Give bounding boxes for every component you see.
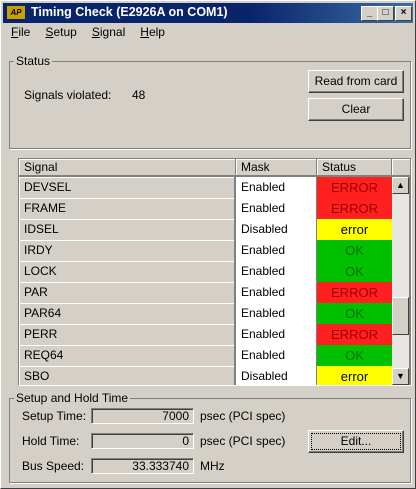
setup-hold-group-label: Setup and Hold Time bbox=[14, 391, 131, 405]
mask-cell[interactable]: Enabled bbox=[236, 282, 316, 303]
bus-speed-field: 33.333740 bbox=[91, 458, 194, 474]
status-cell: OK bbox=[317, 303, 392, 324]
mask-cell[interactable]: Enabled bbox=[236, 240, 316, 261]
hold-time-field: 0 bbox=[91, 433, 194, 449]
table-row[interactable]: IRDY Enabled OK bbox=[19, 240, 392, 262]
timing-check-window: AP Timing Check (E2926A on COM1) _ □ × F… bbox=[0, 0, 416, 489]
status-cell: OK bbox=[317, 261, 392, 282]
signal-name-cell: PERR bbox=[19, 324, 235, 345]
menu-help-mnemonic: H bbox=[140, 25, 149, 39]
clear-button[interactable]: Clear bbox=[308, 98, 404, 121]
signal-name-cell: SBO bbox=[19, 366, 235, 385]
mask-cell[interactable]: Enabled bbox=[236, 261, 316, 282]
read-from-card-button[interactable]: Read from card bbox=[308, 70, 404, 93]
scroll-down-arrow-icon[interactable]: ▼ bbox=[392, 368, 409, 385]
app-icon: AP bbox=[7, 6, 25, 19]
signal-name-cell: LOCK bbox=[19, 261, 235, 282]
window-title: Timing Check (E2926A on COM1) bbox=[31, 5, 228, 19]
status-cell: error bbox=[317, 366, 392, 385]
setup-time-label: Setup Time: bbox=[22, 409, 87, 423]
mask-cell[interactable]: Enabled bbox=[236, 324, 316, 345]
column-header-spacer bbox=[392, 159, 411, 176]
signal-name-cell: PAR64 bbox=[19, 303, 235, 324]
menu-bar: File Setup Signal Help bbox=[11, 25, 177, 43]
column-header-mask[interactable]: Mask bbox=[236, 159, 317, 176]
menu-help[interactable]: Help bbox=[140, 25, 165, 39]
setup-time-unit: psec (PCI spec) bbox=[200, 409, 286, 423]
status-cell: error bbox=[317, 219, 392, 240]
table-row[interactable]: PAR Enabled ERROR bbox=[19, 282, 392, 304]
mask-cell[interactable]: Enabled bbox=[236, 177, 316, 198]
status-cell: OK bbox=[317, 345, 392, 366]
menu-help-label: elp bbox=[148, 25, 165, 39]
table-row[interactable]: SBO Disabled error bbox=[19, 366, 392, 385]
signals-violated-value: 48 bbox=[132, 88, 146, 102]
bus-speed-unit: MHz bbox=[200, 459, 225, 473]
menu-signal[interactable]: Signal bbox=[92, 25, 125, 39]
table-scrollbar[interactable]: ▲ ▼ bbox=[392, 177, 409, 385]
signal-name-cell: REQ64 bbox=[19, 345, 235, 366]
scroll-up-arrow-icon[interactable]: ▲ bbox=[392, 177, 409, 194]
signal-name-cell: PAR bbox=[19, 282, 235, 303]
table-row[interactable]: PAR64 Enabled OK bbox=[19, 303, 392, 325]
status-cell: ERROR bbox=[317, 324, 392, 345]
table-row[interactable]: REQ64 Enabled OK bbox=[19, 345, 392, 367]
status-cell: OK bbox=[317, 240, 392, 261]
mask-cell[interactable]: Enabled bbox=[236, 198, 316, 219]
scroll-thumb[interactable] bbox=[392, 297, 409, 335]
mask-cell[interactable]: Disabled bbox=[236, 366, 316, 385]
mask-cell[interactable]: Enabled bbox=[236, 303, 316, 324]
status-group: Status Signals violated: 48 Read from ca… bbox=[9, 54, 411, 149]
signal-name-cell: IDSEL bbox=[19, 219, 235, 240]
close-button[interactable]: × bbox=[395, 6, 412, 21]
menu-signal-label: ignal bbox=[99, 25, 126, 39]
signal-name-cell: IRDY bbox=[19, 240, 235, 261]
status-cell: ERROR bbox=[317, 198, 392, 219]
table-row[interactable]: LOCK Enabled OK bbox=[19, 261, 392, 283]
status-cell: ERROR bbox=[317, 282, 392, 303]
mask-cell[interactable]: Disabled bbox=[236, 219, 316, 240]
table-row[interactable]: IDSEL Disabled error bbox=[19, 219, 392, 241]
menu-file[interactable]: File bbox=[11, 25, 30, 39]
status-group-label: Status bbox=[14, 54, 53, 68]
column-header-status[interactable]: Status bbox=[317, 159, 392, 176]
mask-cell[interactable]: Enabled bbox=[236, 345, 316, 366]
column-header-signal[interactable]: Signal bbox=[19, 159, 236, 176]
title-bar[interactable]: AP Timing Check (E2926A on COM1) _ □ × bbox=[3, 3, 413, 23]
edit-button[interactable]: Edit... bbox=[308, 430, 404, 453]
bus-speed-label: Bus Speed: bbox=[22, 459, 85, 473]
minimize-button[interactable]: _ bbox=[361, 6, 378, 21]
hold-time-label: Hold Time: bbox=[22, 434, 80, 448]
menu-setup[interactable]: Setup bbox=[45, 25, 76, 39]
hold-time-unit: psec (PCI spec) bbox=[200, 434, 286, 448]
signal-name-cell: DEVSEL bbox=[19, 177, 235, 198]
signal-table: Signal Mask Status DEVSEL Enabled ERROR FRA… bbox=[18, 158, 412, 386]
signal-name-cell: FRAME bbox=[19, 198, 235, 219]
setup-time-field: 7000 bbox=[91, 408, 194, 424]
signals-violated-label: Signals violated: bbox=[24, 88, 112, 102]
table-row[interactable]: FRAME Enabled ERROR bbox=[19, 198, 392, 220]
status-cell: ERROR bbox=[317, 177, 392, 198]
setup-hold-group: Setup and Hold Time Setup Time: 7000 pse… bbox=[9, 391, 411, 483]
table-row[interactable]: PERR Enabled ERROR bbox=[19, 324, 392, 346]
menu-setup-label: etup bbox=[53, 25, 77, 39]
table-row[interactable]: DEVSEL Enabled ERROR bbox=[19, 177, 392, 199]
menu-signal-mnemonic: S bbox=[91, 25, 100, 39]
maximize-button[interactable]: □ bbox=[377, 6, 394, 21]
menu-file-label: ile bbox=[18, 25, 31, 39]
